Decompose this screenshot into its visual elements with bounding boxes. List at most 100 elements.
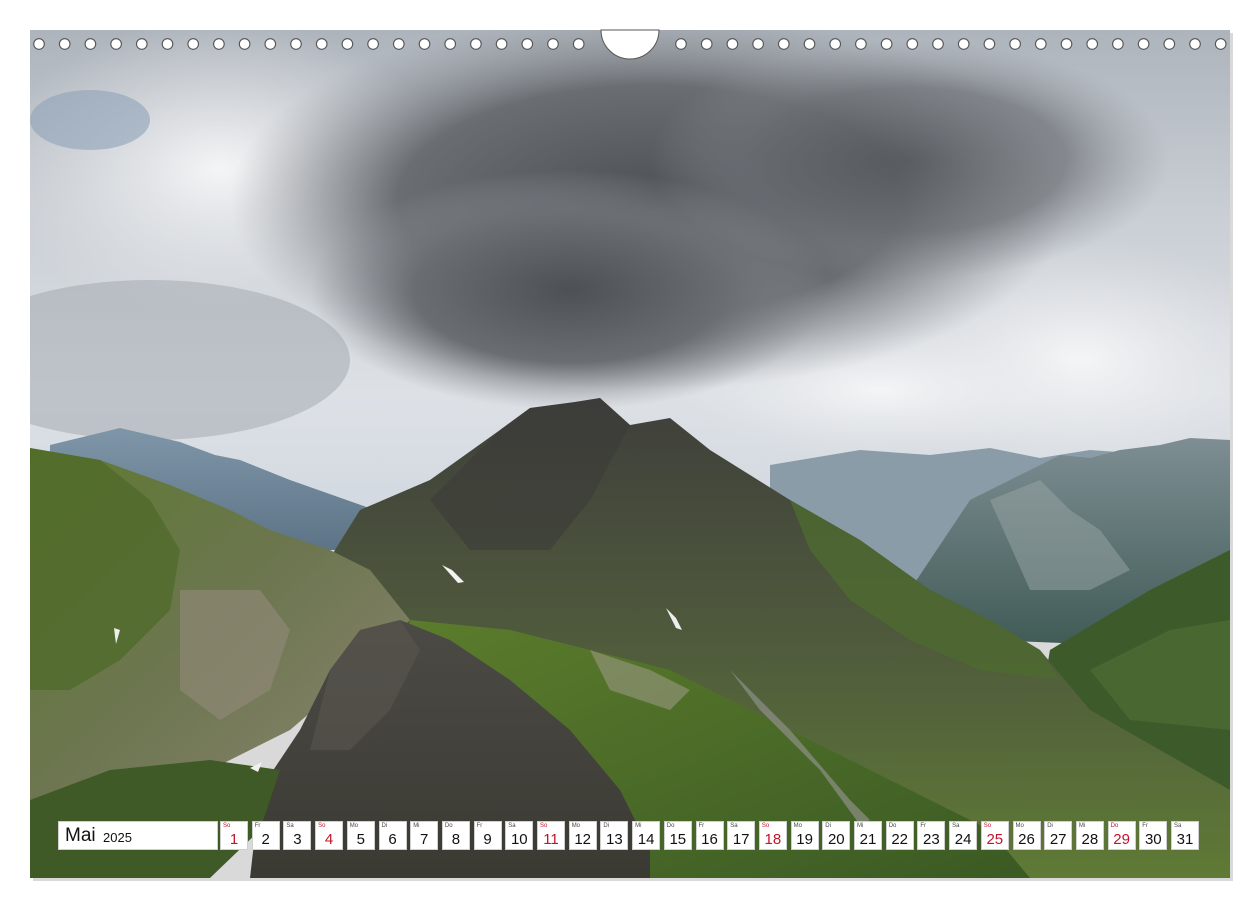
day-number: 5 bbox=[356, 831, 365, 848]
day-cell: Fr 30 bbox=[1139, 821, 1168, 850]
day-number: 17 bbox=[732, 831, 750, 848]
weekday-label: So bbox=[318, 823, 326, 829]
weekday-label: Di bbox=[1047, 823, 1053, 829]
day-number: 12 bbox=[574, 831, 592, 848]
day-number: 11 bbox=[543, 831, 559, 848]
calendar-row: Mai 2025 So 1 Fr 2 Sa 3 So 4 Mo 5 Di 6 Mi 7 Do 8 Fr 9 Sa 10… bbox=[58, 821, 1203, 850]
day-number: 24 bbox=[954, 831, 972, 848]
day-cell: Do 29 bbox=[1107, 821, 1136, 850]
day-number: 4 bbox=[324, 831, 334, 848]
weekday-label: Mi bbox=[635, 823, 642, 829]
weekday-label: Mo bbox=[571, 823, 581, 829]
weekday-label: Do bbox=[1110, 823, 1119, 829]
day-number: 27 bbox=[1049, 831, 1067, 848]
day-cell: So 1 bbox=[220, 821, 248, 850]
weekday-label: Fr bbox=[476, 823, 483, 829]
weekday-label: Sa bbox=[1174, 823, 1182, 829]
day-number: 30 bbox=[1144, 831, 1162, 848]
day-cell: So 25 bbox=[980, 821, 1009, 850]
day-number: 23 bbox=[923, 831, 940, 848]
day-number: 25 bbox=[986, 831, 1004, 848]
weekday-label: Sa bbox=[730, 823, 738, 829]
weekday-label: So bbox=[761, 823, 770, 829]
weekday-label: So bbox=[540, 823, 548, 829]
day-cell: So 4 bbox=[315, 821, 344, 850]
day-number: 13 bbox=[606, 831, 623, 848]
year: 2025 bbox=[103, 830, 132, 845]
day-number: 2 bbox=[261, 831, 270, 848]
day-cell: Di 13 bbox=[600, 821, 629, 850]
day-number: 8 bbox=[451, 831, 461, 848]
day-cell: Mo 19 bbox=[790, 821, 819, 850]
day-number: 6 bbox=[388, 831, 397, 848]
weekday-label: Mi bbox=[413, 823, 420, 829]
weekday-label: Sa bbox=[952, 823, 960, 829]
day-cell: Fr 23 bbox=[917, 821, 946, 850]
day-cell: Di 20 bbox=[822, 821, 851, 850]
landscape-illustration bbox=[30, 30, 1230, 878]
day-cell: Fr 2 bbox=[251, 821, 280, 850]
day-number: 29 bbox=[1113, 831, 1130, 848]
day-cell: Do 22 bbox=[885, 821, 914, 850]
day-cell: Mo 5 bbox=[346, 821, 375, 850]
month-cell: Mai 2025 bbox=[58, 821, 218, 850]
weekday-label: Do bbox=[444, 823, 453, 829]
weekday-label: Do bbox=[666, 823, 675, 829]
day-cell: Di 27 bbox=[1044, 821, 1073, 850]
day-number: 3 bbox=[293, 831, 302, 848]
day-number: 26 bbox=[1018, 831, 1035, 848]
weekday-label: Do bbox=[888, 823, 897, 829]
weekday-label: Fr bbox=[1142, 823, 1148, 829]
day-number: 9 bbox=[483, 831, 492, 848]
weekday-label: Sa bbox=[508, 823, 516, 829]
day-number: 31 bbox=[1176, 831, 1194, 848]
day-cell: Mi 28 bbox=[1075, 821, 1104, 850]
day-cell: Fr 16 bbox=[695, 821, 724, 850]
calendar-page: Mai 2025 So 1 Fr 2 Sa 3 So 4 Mo 5 Di 6 Mi 7 Do 8 Fr 9 Sa 10… bbox=[0, 0, 1260, 908]
day-cell: Sa 3 bbox=[283, 821, 312, 850]
weekday-label: Fr bbox=[920, 823, 927, 829]
day-cell: Fr 9 bbox=[473, 821, 502, 850]
day-number: 10 bbox=[510, 831, 528, 848]
day-cell: Di 6 bbox=[378, 821, 407, 850]
day-cell: So 18 bbox=[758, 821, 787, 850]
weekday-label: Mi bbox=[857, 823, 864, 829]
day-cell: Mo 12 bbox=[568, 821, 597, 850]
day-number: 18 bbox=[764, 831, 782, 848]
weekday-label: Mo bbox=[349, 823, 359, 829]
day-number: 28 bbox=[1081, 831, 1099, 848]
day-cell: Mo 26 bbox=[1012, 821, 1041, 850]
weekday-label: So bbox=[983, 823, 992, 829]
day-cell: Sa 10 bbox=[505, 821, 534, 850]
weekday-label: Fr bbox=[698, 823, 705, 829]
weekday-label: Mo bbox=[1015, 823, 1024, 829]
weekday-label: Mo bbox=[793, 823, 802, 829]
day-cell: Do 15 bbox=[663, 821, 692, 850]
day-number: 7 bbox=[420, 831, 429, 848]
day-number: 15 bbox=[669, 831, 687, 848]
month-name: Mai bbox=[65, 825, 96, 846]
weekday-label: So bbox=[223, 823, 231, 829]
day-number: 22 bbox=[891, 831, 909, 848]
day-number: 21 bbox=[859, 831, 877, 848]
day-cell: Mi 14 bbox=[632, 821, 661, 850]
day-cell: Do 8 bbox=[441, 821, 470, 850]
day-cell: Mi 21 bbox=[854, 821, 882, 850]
day-number: 20 bbox=[827, 831, 845, 848]
day-number: 14 bbox=[637, 831, 655, 848]
day-number: 16 bbox=[701, 831, 718, 848]
weekday-label: Sa bbox=[286, 823, 294, 829]
day-cell: So 11 bbox=[537, 821, 565, 850]
day-cell: Mi 7 bbox=[410, 821, 439, 850]
mountain-photo bbox=[30, 30, 1230, 878]
weekday-label: Di bbox=[825, 823, 831, 829]
weekday-label: Di bbox=[381, 823, 388, 829]
weekday-label: Fr bbox=[254, 823, 261, 829]
weekday-label: Mi bbox=[1078, 823, 1086, 829]
day-cell: Sa 31 bbox=[1171, 821, 1199, 850]
day-number: 1 bbox=[229, 831, 239, 848]
day-cell: Sa 24 bbox=[949, 821, 978, 850]
weekday-label: Di bbox=[603, 823, 610, 829]
day-number: 19 bbox=[796, 831, 813, 848]
day-cell: Sa 17 bbox=[727, 821, 756, 850]
